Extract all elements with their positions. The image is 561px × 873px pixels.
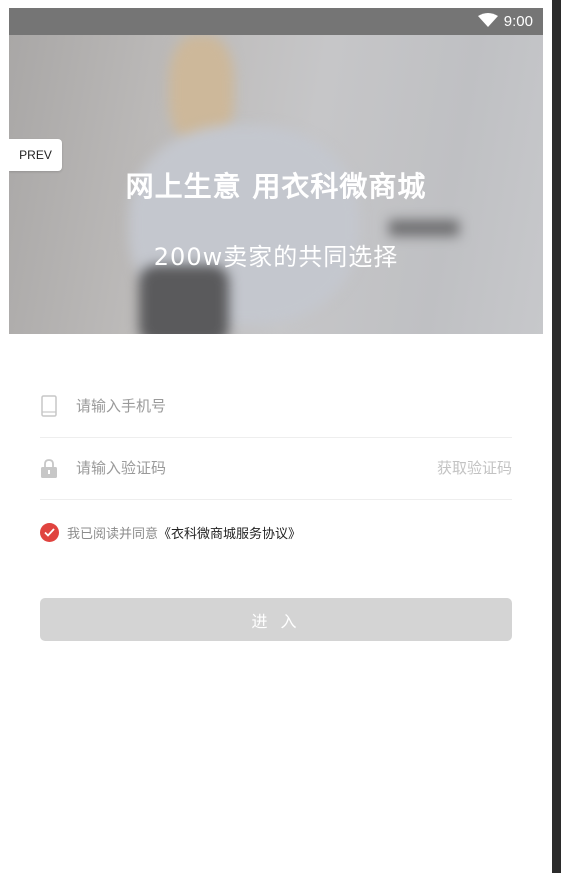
phone-icon bbox=[40, 395, 58, 417]
hero-title: 网上生意 用衣科微商城 bbox=[125, 170, 427, 203]
hero-figure-legs bbox=[139, 265, 229, 334]
code-field: 获取验证码 bbox=[40, 437, 512, 500]
status-right: 9:00 bbox=[477, 8, 533, 35]
phone-input[interactable] bbox=[74, 396, 378, 416]
hero-banner: 网上生意 用衣科微商城 200w卖家的共同选择 bbox=[9, 35, 543, 334]
phone-field bbox=[40, 375, 512, 438]
app-screen: 9:00 网上生意 用衣科微商城 200w卖家的共同选择 PREV 获取 bbox=[9, 8, 543, 873]
get-code-button[interactable]: 获取验证码 bbox=[437, 437, 512, 499]
wifi-icon bbox=[477, 12, 498, 31]
agreement-link[interactable]: 《衣科微商城服务协议》 bbox=[158, 523, 301, 542]
prev-button[interactable]: PREV bbox=[9, 139, 62, 171]
lock-icon bbox=[40, 457, 58, 479]
checkmark-icon bbox=[44, 527, 55, 537]
enter-button[interactable]: 进 入 bbox=[40, 598, 512, 641]
status-bar: 9:00 bbox=[9, 8, 543, 35]
agreement-checkbox[interactable] bbox=[40, 522, 59, 542]
hero-background-sign bbox=[389, 220, 459, 236]
code-input[interactable] bbox=[74, 458, 378, 478]
status-time: 9:00 bbox=[503, 13, 533, 30]
agreement-row: 我已阅读并同意 《衣科微商城服务协议》 bbox=[40, 520, 301, 544]
hero-subtitle: 200w卖家的共同选择 bbox=[153, 243, 399, 271]
agreement-text: 我已阅读并同意 bbox=[67, 526, 159, 542]
window-edge bbox=[552, 0, 561, 873]
